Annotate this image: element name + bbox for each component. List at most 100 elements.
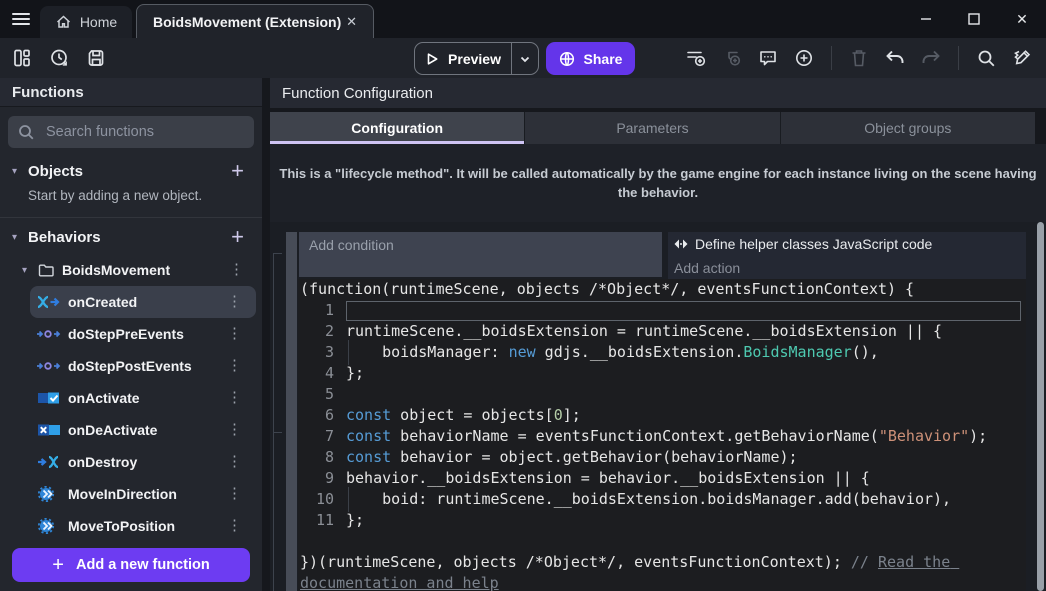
behavior-group-boidsmovement[interactable]: ▾ BoidsMovement ⋮ (0, 254, 262, 286)
add-action-label: Add action (674, 260, 740, 276)
add-behavior-button[interactable]: + (227, 227, 248, 247)
undo-icon[interactable] (883, 46, 907, 70)
add-action-cell[interactable]: Add action (673, 256, 1026, 279)
tab-configuration[interactable]: Configuration (270, 112, 524, 144)
gear-icon (36, 486, 62, 502)
preview-options-dropdown[interactable] (511, 43, 538, 74)
tab-home[interactable]: Home (40, 6, 132, 38)
code-text: const object = objects[0]; (346, 405, 581, 426)
kebab-menu-icon[interactable]: ⋮ (225, 263, 248, 277)
function-item-doStepPreEvents[interactable]: doStepPreEvents ⋮ (30, 318, 256, 350)
search-functions-box[interactable] (8, 116, 254, 148)
js-code-block[interactable]: (function(runtimeScene, objects /*Object… (298, 279, 1026, 591)
objects-section-label: Objects (28, 163, 83, 180)
code-wrapper-close: })(runtimeScene, objects /*Object*/, eve… (300, 552, 1026, 591)
created-icon (36, 294, 62, 310)
step-events-icon (36, 358, 62, 374)
line-number: 11 (300, 510, 334, 531)
search-functions-input[interactable] (44, 123, 244, 141)
kebab-menu-icon[interactable]: ⋮ (223, 327, 246, 341)
tab-object-groups[interactable]: Object groups (780, 112, 1035, 144)
version-history-icon[interactable] (47, 46, 71, 70)
toolbar-separator (831, 46, 832, 70)
function-item-onCreated[interactable]: onCreated ⋮ (30, 286, 256, 318)
line-number: 5 (300, 384, 334, 405)
kebab-menu-icon[interactable]: ⋮ (223, 519, 246, 533)
function-item-doStepPostEvents[interactable]: doStepPostEvents ⋮ (30, 350, 256, 382)
function-item-onDestroy[interactable]: onDestroy ⋮ (30, 446, 256, 478)
kebab-menu-icon[interactable]: ⋮ (223, 423, 246, 437)
code-line: 5 (300, 384, 1026, 405)
function-label: doStepPreEvents (68, 326, 184, 342)
share-button[interactable]: Share (546, 42, 635, 75)
sidebar-divider (0, 217, 262, 218)
delete-icon[interactable] (847, 46, 871, 70)
code-text: boidsManager: new gdjs.__boidsExtension.… (346, 342, 879, 363)
add-condition-cell[interactable]: Add condition (299, 232, 662, 277)
add-sub-event-icon[interactable] (720, 46, 744, 70)
kebab-menu-icon[interactable]: ⋮ (223, 487, 246, 501)
kebab-menu-icon[interactable]: ⋮ (223, 359, 246, 373)
js-event-title-row[interactable]: Define helper classes JavaScript code (673, 232, 1026, 256)
minimize-button[interactable] (902, 0, 950, 38)
window-tab-bar: Home BoidsMovement (Extension) ✕ ✕ (0, 0, 1046, 38)
search-events-icon[interactable] (974, 46, 998, 70)
close-window-button[interactable]: ✕ (998, 0, 1046, 38)
function-label: onCreated (68, 294, 137, 310)
line-number: 6 (300, 405, 334, 426)
vertical-scrollbar[interactable] (1037, 222, 1044, 591)
redo-icon[interactable] (919, 46, 943, 70)
maximize-button[interactable] (950, 0, 998, 38)
function-item-onActivate[interactable]: onActivate ⋮ (30, 382, 256, 414)
function-label: MoveToPosition (68, 518, 175, 534)
kebab-menu-icon[interactable]: ⋮ (223, 455, 246, 469)
tab-close-icon[interactable]: ✕ (342, 12, 361, 32)
preview-button[interactable]: Preview (414, 42, 539, 75)
code-text: behavior.__boidsExtension = behavior.__b… (346, 468, 870, 489)
line-number: 8 (300, 447, 334, 468)
tab-parameters[interactable]: Parameters (524, 112, 779, 144)
code-line: 7const behaviorName = eventsFunctionCont… (300, 426, 1026, 447)
collapse-arrow-icon[interactable]: ▾ (12, 166, 24, 177)
lifecycle-description: This is a "lifecycle method". It will be… (270, 164, 1046, 202)
main-menu-icon[interactable] (9, 8, 33, 30)
edit-pen-icon[interactable] (1010, 46, 1034, 70)
kebab-menu-icon[interactable]: ⋮ (223, 391, 246, 405)
collapse-arrow-icon[interactable]: ▾ (22, 265, 34, 276)
objects-empty-text: Start by adding a new object. (0, 186, 262, 211)
code-cursor-line (346, 301, 1021, 321)
add-other-event-icon[interactable] (792, 46, 816, 70)
function-item-MoveInDirection[interactable]: MoveInDirection ⋮ (30, 478, 256, 510)
code-text: }; (346, 363, 364, 384)
layout-panels-icon[interactable] (10, 46, 34, 70)
line-number: 7 (300, 426, 334, 447)
add-object-button[interactable]: + (227, 161, 248, 181)
event-selection-strip[interactable] (286, 232, 297, 591)
code-line: 10 boid: runtimeScene.__boidsExtension.b… (300, 489, 1026, 510)
save-icon[interactable] (84, 46, 108, 70)
add-new-function-button[interactable]: + Add a new function (12, 548, 250, 582)
code-line: 2runtimeScene.__boidsExtension = runtime… (300, 321, 1026, 342)
tab-boidsmovement-label: BoidsMovement (Extension) (153, 14, 341, 30)
plus-icon: + (52, 556, 64, 574)
code-wrapper-open: (function(runtimeScene, objects /*Object… (300, 279, 1026, 300)
tab-boidsmovement[interactable]: BoidsMovement (Extension) ✕ (136, 4, 374, 38)
code-event-icon (673, 238, 689, 250)
function-item-MoveToPosition[interactable]: MoveToPosition ⋮ (30, 510, 256, 542)
add-condition-label: Add condition (309, 237, 394, 253)
functions-panel: Functions ▾ Objects + Start by adding a … (0, 78, 262, 591)
add-comment-icon[interactable] (756, 46, 780, 70)
code-text: }; (346, 510, 364, 531)
preview-button-main[interactable]: Preview (415, 43, 511, 74)
kebab-menu-icon[interactable]: ⋮ (223, 295, 246, 309)
code-text: const behavior = object.getBehavior(beha… (346, 447, 798, 468)
function-configuration-title: Function Configuration (270, 78, 1046, 108)
code-text: runtimeScene.__boidsExtension = runtimeS… (346, 321, 942, 342)
home-icon (55, 14, 72, 30)
add-event-icon[interactable] (684, 46, 708, 70)
lifecycle-description-area: This is a "lifecycle method". It will be… (270, 144, 1046, 222)
tab-label: Object groups (864, 120, 951, 136)
configuration-tabs: Configuration Parameters Object groups (270, 112, 1035, 144)
function-item-onDeActivate[interactable]: onDeActivate ⋮ (30, 414, 256, 446)
collapse-arrow-icon[interactable]: ▾ (12, 232, 24, 243)
